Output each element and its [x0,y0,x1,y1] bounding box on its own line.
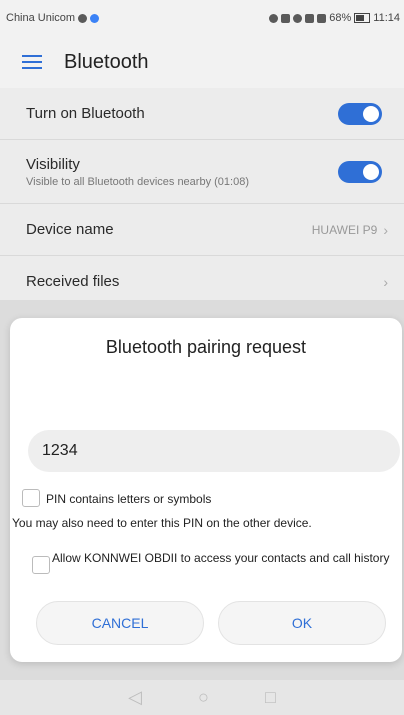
dialog-title: Bluetooth pairing request [105,336,307,357]
setting-label: Visibility [26,155,80,173]
settings-list: Turn on Bluetooth Visibility Visible to … [0,88,404,308]
alarm-icon [293,13,303,23]
setting-label: Device name [26,221,114,238]
battery-percent: 68% [329,12,352,24]
ok-button[interactable]: OK [218,601,386,645]
bluetooth-toggle[interactable] [338,102,382,125]
pin-input[interactable] [28,430,400,472]
app-bar: Bluetooth [0,36,404,88]
page-title: Bluetooth [64,50,149,73]
status-right: 68% 11:14 [269,12,400,24]
signal-icon [317,13,327,23]
device-name-value: HUAWEI P9 [311,222,378,237]
app-notification-icon [90,13,100,23]
heart-notification-icon [78,13,88,23]
clock-time: 11:14 [373,12,400,24]
pin-note: You may also need to enter this PIN on t… [12,516,312,530]
allow-contacts-checkbox[interactable] [32,556,50,574]
pin-letters-label: PIN contains letters or symbols [46,492,212,506]
pin-letters-checkbox[interactable] [22,489,40,507]
status-left: China Unicom [6,12,100,24]
setting-row-turn-on-bluetooth[interactable]: Turn on Bluetooth [0,88,404,140]
setting-label: Turn on Bluetooth [26,105,145,122]
visibility-toggle[interactable] [338,160,382,183]
menu-line [22,67,42,69]
home-circle-icon[interactable]: ○ [198,687,209,708]
chevron-right-icon: › [383,221,388,238]
setting-label: Received files [26,273,120,290]
status-bar: China Unicom 68% 11:14 [0,0,404,36]
setting-subtitle: Visible to all Bluetooth devices nearby … [26,175,249,188]
back-triangle-icon[interactable]: ◁ [128,687,142,708]
vibrate-icon [281,13,291,23]
hamburger-menu-icon[interactable] [22,55,42,69]
pairing-dialog: Bluetooth pairing request PIN contains l… [10,318,402,662]
cancel-button[interactable]: CANCEL [36,601,204,645]
bluetooth-status-icon [269,13,279,23]
device-name-value-wrap: HUAWEI P9 › [312,222,388,238]
system-nav-bar: ◁ ○ □ [0,680,404,715]
wifi-icon [305,13,315,23]
chevron-right-icon: › [383,273,388,290]
visibility-text: Visibility Visible to all Bluetooth devi… [26,156,249,188]
setting-row-device-name[interactable]: Device name HUAWEI P9 › [0,204,404,256]
setting-row-visibility[interactable]: Visibility Visible to all Bluetooth devi… [0,140,404,204]
recent-square-icon[interactable]: □ [265,687,276,708]
battery-icon [354,13,371,23]
allow-contacts-label: Allow KONNWEI OBDII to access your conta… [52,551,390,565]
carrier-label: China Unicom [6,12,76,24]
menu-line [22,55,42,57]
menu-line [22,61,42,63]
